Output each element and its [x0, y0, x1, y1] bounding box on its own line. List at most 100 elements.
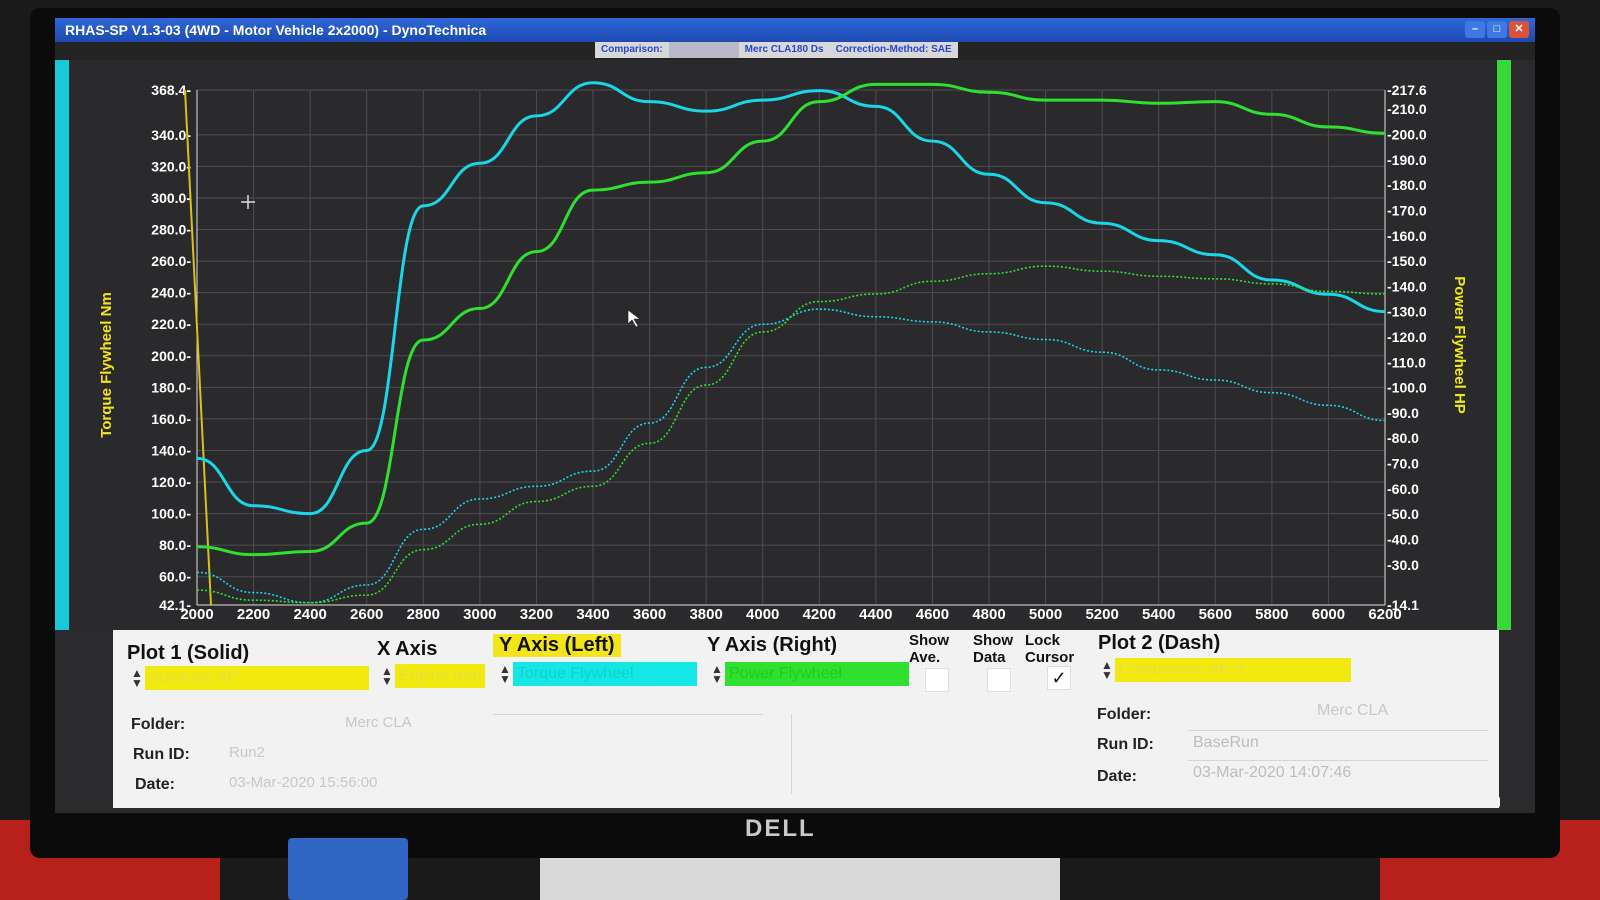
- show-data-checkbox[interactable]: [987, 668, 1011, 692]
- y-right-tick-label: -200.0: [1387, 127, 1427, 143]
- minimize-button[interactable]: –: [1465, 21, 1485, 38]
- y-left-tick-label: 200.0-: [151, 348, 191, 364]
- y-left-tick-label: 42.1-: [159, 597, 191, 613]
- dyno-chart[interactable]: 2000 2200 2400 2600 2800 3000 3200 3400 3600 3800…: [55, 60, 1535, 630]
- can-on-desk: [288, 838, 408, 900]
- y-left-tick-label: 340.0-: [151, 127, 191, 143]
- plot2-select[interactable]: Comparison AP 2: [1115, 658, 1351, 682]
- y-right-tick-label: -60.0: [1387, 481, 1419, 497]
- y-left-select[interactable]: Torque Flywheel: [513, 662, 697, 686]
- y-right-tick-label: -190.0: [1387, 152, 1427, 168]
- y-right-tick-label: -70.0: [1387, 456, 1419, 472]
- maximize-button[interactable]: □: [1487, 21, 1507, 38]
- y-right-tick-label: -140.0: [1387, 278, 1427, 294]
- info-bar: Comparison: Merc CLA180 Ds Correction-Me…: [595, 42, 958, 58]
- y-right-tick-label: -130.0: [1387, 304, 1427, 320]
- vehicle-label: Merc CLA180 Ds: [738, 42, 830, 58]
- power-led[interactable]: [1494, 796, 1500, 808]
- x-tick-label: 2600: [350, 606, 383, 623]
- divider: [1188, 760, 1488, 761]
- x-tick-label: 2400: [293, 606, 326, 623]
- y-right-tick-label: -170.0: [1387, 202, 1427, 218]
- plot1-spinner[interactable]: ▲ ▼: [131, 667, 143, 689]
- y-right-tick-label: -90.0: [1387, 405, 1419, 421]
- x-tick-label: 3800: [689, 606, 722, 623]
- y-right-tick-label: -14.1: [1387, 597, 1419, 613]
- window-title: RHAS-SP V1.3-03 (4WD - Motor Vehicle 2x2…: [65, 22, 487, 38]
- correction-method-label: Correction-Method: SAE: [829, 42, 958, 58]
- y-right-tick-label: -100.0: [1387, 380, 1427, 396]
- y-right-tick-label: -210.0: [1387, 101, 1427, 117]
- y-left-tick-label: 60.0-: [159, 569, 191, 585]
- x-tick-label: 4000: [746, 606, 779, 623]
- plot2-header: Plot 2 (Dash): [1098, 632, 1221, 654]
- x-tick-label: 3000: [463, 606, 496, 623]
- x-tick-label: 4800: [972, 606, 1005, 623]
- y-left-tick-label: 100.0-: [151, 506, 191, 522]
- plot1-runid-value: Run2: [229, 744, 265, 761]
- y-right-tick-label: -180.0: [1387, 177, 1427, 193]
- y-left-tick-label: 160.0-: [151, 411, 191, 427]
- y-left-tick-label: 220.0-: [151, 316, 191, 332]
- plot2-folder-value: Merc CLA: [1317, 702, 1389, 719]
- plot1-folder-label: Folder:: [131, 716, 186, 733]
- monitor-stand: [540, 858, 1060, 900]
- y-right-select[interactable]: Power Flywheel: [725, 662, 909, 686]
- x-tick-label: 5400: [1142, 606, 1175, 623]
- plot2-date-value: 03-Mar-2020 14:07:46: [1193, 764, 1352, 781]
- divider: [791, 714, 792, 794]
- divider: [493, 714, 763, 715]
- comparison-label: Comparison:: [595, 42, 669, 58]
- y-right-tick-label: -110.0: [1387, 354, 1426, 370]
- control-panel: Plot 1 (Solid) X Axis Y Axis (Left) Y Ax…: [113, 630, 1499, 808]
- y-left-tick-label: 300.0-: [151, 190, 191, 206]
- x-tick-label: 5600: [1199, 606, 1232, 623]
- y-right-tick-label: -40.0: [1387, 531, 1419, 547]
- y-left-tick-label: 140.0-: [151, 442, 191, 458]
- plot2-runid-value: BaseRun: [1193, 734, 1259, 751]
- divider: [1188, 730, 1488, 731]
- plot2-date-label: Date:: [1097, 768, 1138, 785]
- title-bar: RHAS-SP V1.3-03 (4WD - Motor Vehicle 2x2…: [55, 18, 1535, 42]
- plot1-runid-label: Run ID:: [133, 746, 190, 763]
- comparison-value: [668, 42, 739, 58]
- y-right-tick-label: -160.0: [1387, 228, 1427, 244]
- dell-logo: DELL: [745, 815, 816, 842]
- x-axis-spinner[interactable]: ▲ ▼: [381, 665, 393, 687]
- window-controls: – □ ✕: [1465, 21, 1529, 38]
- chart-background: [69, 60, 1497, 630]
- lock-cursor-checkbox[interactable]: ✓: [1047, 666, 1071, 690]
- show-ave-label: Show Ave.: [909, 632, 949, 666]
- y-right-tick-label: -50.0: [1387, 506, 1419, 522]
- y-right-axis-title: Power Flywheel HP: [1451, 276, 1468, 414]
- y-left-tick-label: 320.0-: [151, 158, 191, 174]
- dyno-chart-svg[interactable]: 2000 2200 2400 2600 2800 3000 3200 3400 3600 3800…: [55, 60, 1535, 630]
- x-tick-label: 6000: [1312, 606, 1345, 623]
- x-tick-label: 2200: [237, 606, 270, 623]
- show-data-label: Show Data: [973, 632, 1013, 666]
- y-left-tick-label: 80.0-: [159, 537, 191, 553]
- x-tick-label: 5200: [1085, 606, 1118, 623]
- plot2-folder-label: Folder:: [1097, 706, 1152, 723]
- show-ave-checkbox[interactable]: [925, 668, 949, 692]
- plot1-select[interactable]: Autotune AP: [145, 666, 369, 690]
- y-left-tick-label: 280.0-: [151, 222, 191, 238]
- plot1-header: Plot 1 (Solid): [127, 642, 250, 664]
- plot2-spinner[interactable]: ▲ ▼: [1101, 659, 1113, 681]
- close-button[interactable]: ✕: [1509, 21, 1529, 38]
- x-tick-label: 3600: [633, 606, 666, 623]
- x-tick-label: 4200: [803, 606, 836, 623]
- y-left-spinner[interactable]: ▲ ▼: [499, 663, 511, 685]
- y-right-spinner[interactable]: ▲ ▼: [711, 663, 723, 685]
- y-right-tick-label: -150.0: [1387, 253, 1427, 269]
- y-right-tick-label: -120.0: [1387, 329, 1427, 345]
- y-right-tick-label: -80.0: [1387, 430, 1419, 446]
- x-tick-label: 2800: [407, 606, 440, 623]
- x-axis-select[interactable]: Engine rpm: [395, 664, 485, 688]
- y-left-tick-label: 260.0-: [151, 253, 191, 269]
- x-tick-label: 5800: [1255, 606, 1288, 623]
- lock-cursor-label: Lock Cursor: [1025, 632, 1075, 666]
- x-tick-label: 3400: [576, 606, 609, 623]
- y-left-axis-title: Torque Flywheel Nm: [98, 292, 115, 438]
- plot1-date-label: Date:: [135, 776, 176, 793]
